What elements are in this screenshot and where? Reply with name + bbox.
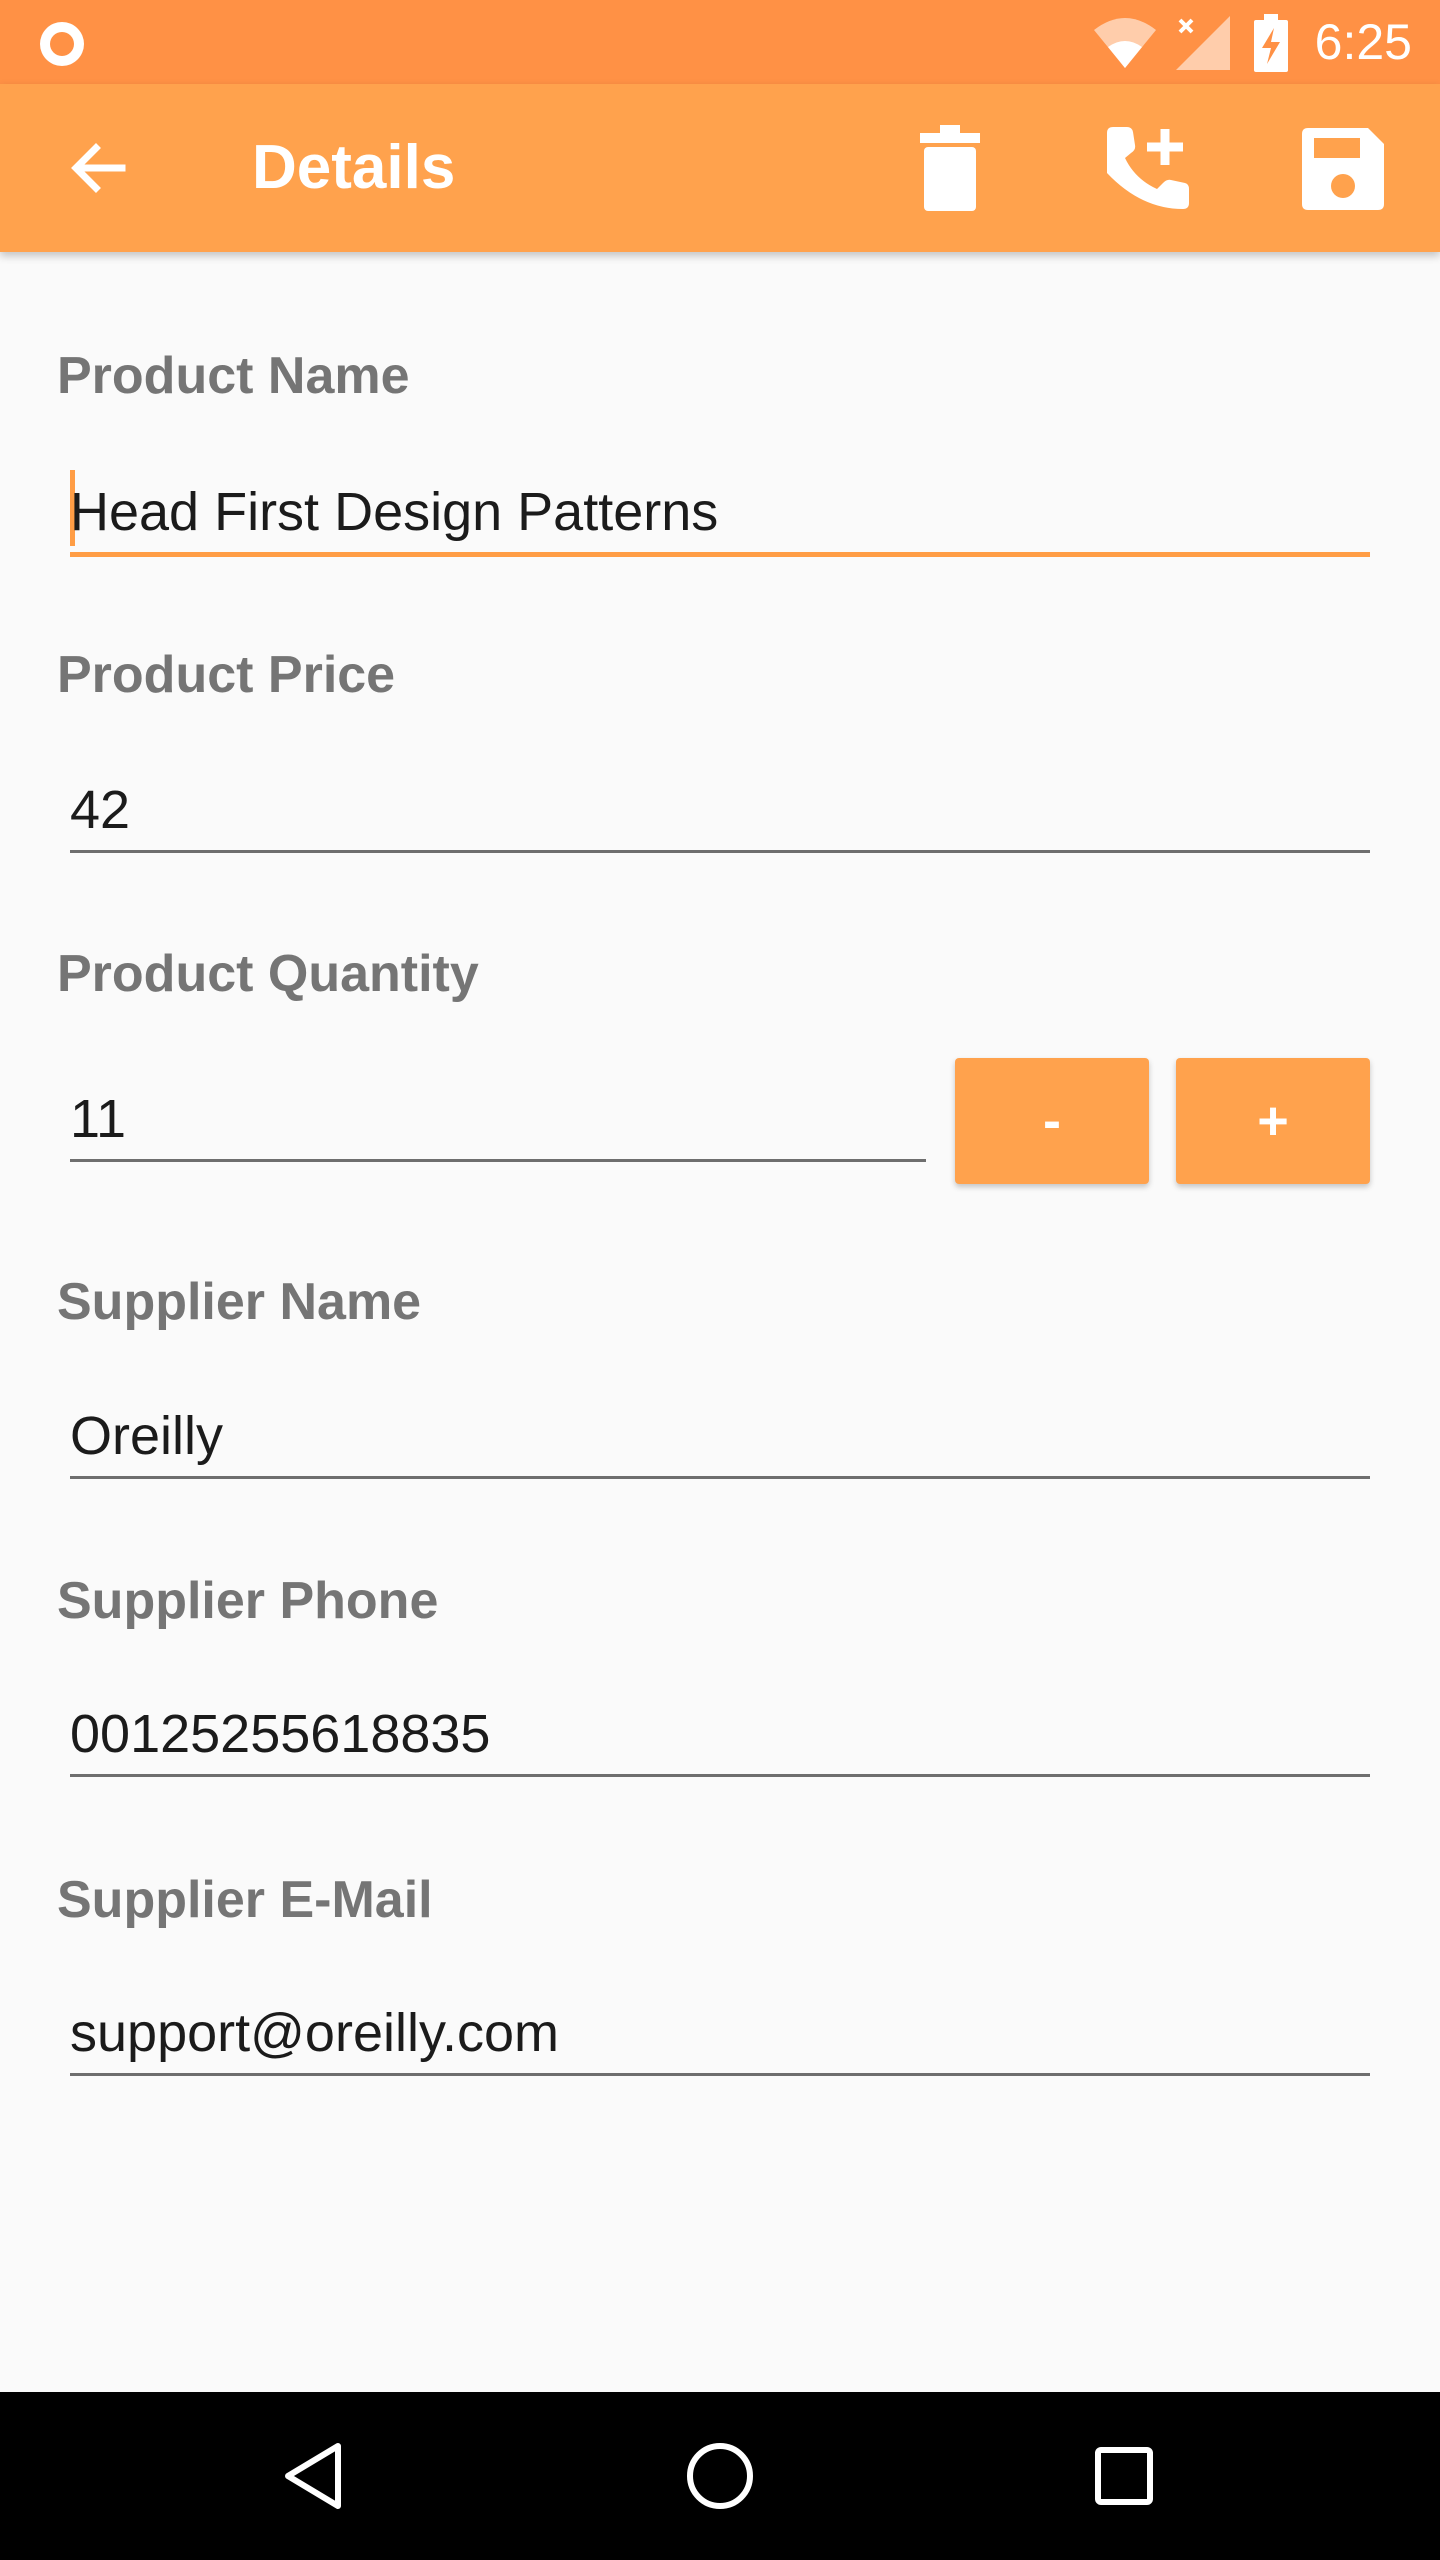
supplier-email-input[interactable]: support@oreilly.com <box>70 1973 1370 2076</box>
home-circle-icon <box>687 2443 753 2509</box>
delete-icon <box>920 125 980 211</box>
supplier-name-label: Supplier Name <box>57 1273 422 1331</box>
add-call-icon <box>1107 127 1189 209</box>
back-triangle-icon <box>285 2443 341 2509</box>
page-title: Details <box>252 133 456 202</box>
navigation-bar <box>0 2392 1440 2560</box>
status-bar: 6:25 <box>0 0 1440 84</box>
delete-button[interactable] <box>900 118 1000 218</box>
decrement-button[interactable]: - <box>955 1058 1149 1184</box>
supplier-phone-label: Supplier Phone <box>57 1572 439 1630</box>
arrow-back-icon <box>71 143 126 193</box>
supplier-phone-value: 00125255618835 <box>70 1704 491 1764</box>
wifi-icon <box>1094 18 1156 68</box>
save-icon <box>1302 128 1384 210</box>
supplier-email-label: Supplier E-Mail <box>57 1871 433 1929</box>
product-price-input[interactable]: 42 <box>70 750 1370 853</box>
nav-recents-button[interactable] <box>1074 2426 1174 2526</box>
nav-home-button[interactable] <box>670 2426 770 2526</box>
product-quantity-input[interactable]: 11 <box>70 1059 926 1162</box>
notification-dot-icon <box>40 22 84 66</box>
product-name-value: Head First Design Patterns <box>70 482 719 542</box>
supplier-name-value: Oreilly <box>70 1406 224 1466</box>
recents-square-icon <box>1095 2447 1153 2505</box>
product-quantity-value: 11 <box>70 1089 127 1149</box>
product-price-value: 42 <box>70 780 131 840</box>
supplier-name-input[interactable]: Oreilly <box>70 1376 1370 1479</box>
product-name-label: Product Name <box>57 347 410 405</box>
supplier-email-value: support@oreilly.com <box>70 2003 559 2063</box>
increment-button[interactable]: + <box>1176 1058 1370 1184</box>
back-button[interactable] <box>56 126 140 210</box>
status-time: 6:25 <box>1314 14 1412 70</box>
save-button[interactable] <box>1290 116 1396 222</box>
signal-icon <box>1176 16 1230 70</box>
product-price-label: Product Price <box>57 646 396 704</box>
app-bar <box>0 84 1440 252</box>
battery-charging-icon <box>1254 14 1288 72</box>
nav-back-button[interactable] <box>264 2426 364 2526</box>
product-quantity-label: Product Quantity <box>57 945 479 1003</box>
add-call-button[interactable] <box>1094 116 1200 222</box>
supplier-phone-input[interactable]: 00125255618835 <box>70 1674 1370 1777</box>
product-name-input[interactable]: Head First Design Patterns <box>70 452 1370 557</box>
